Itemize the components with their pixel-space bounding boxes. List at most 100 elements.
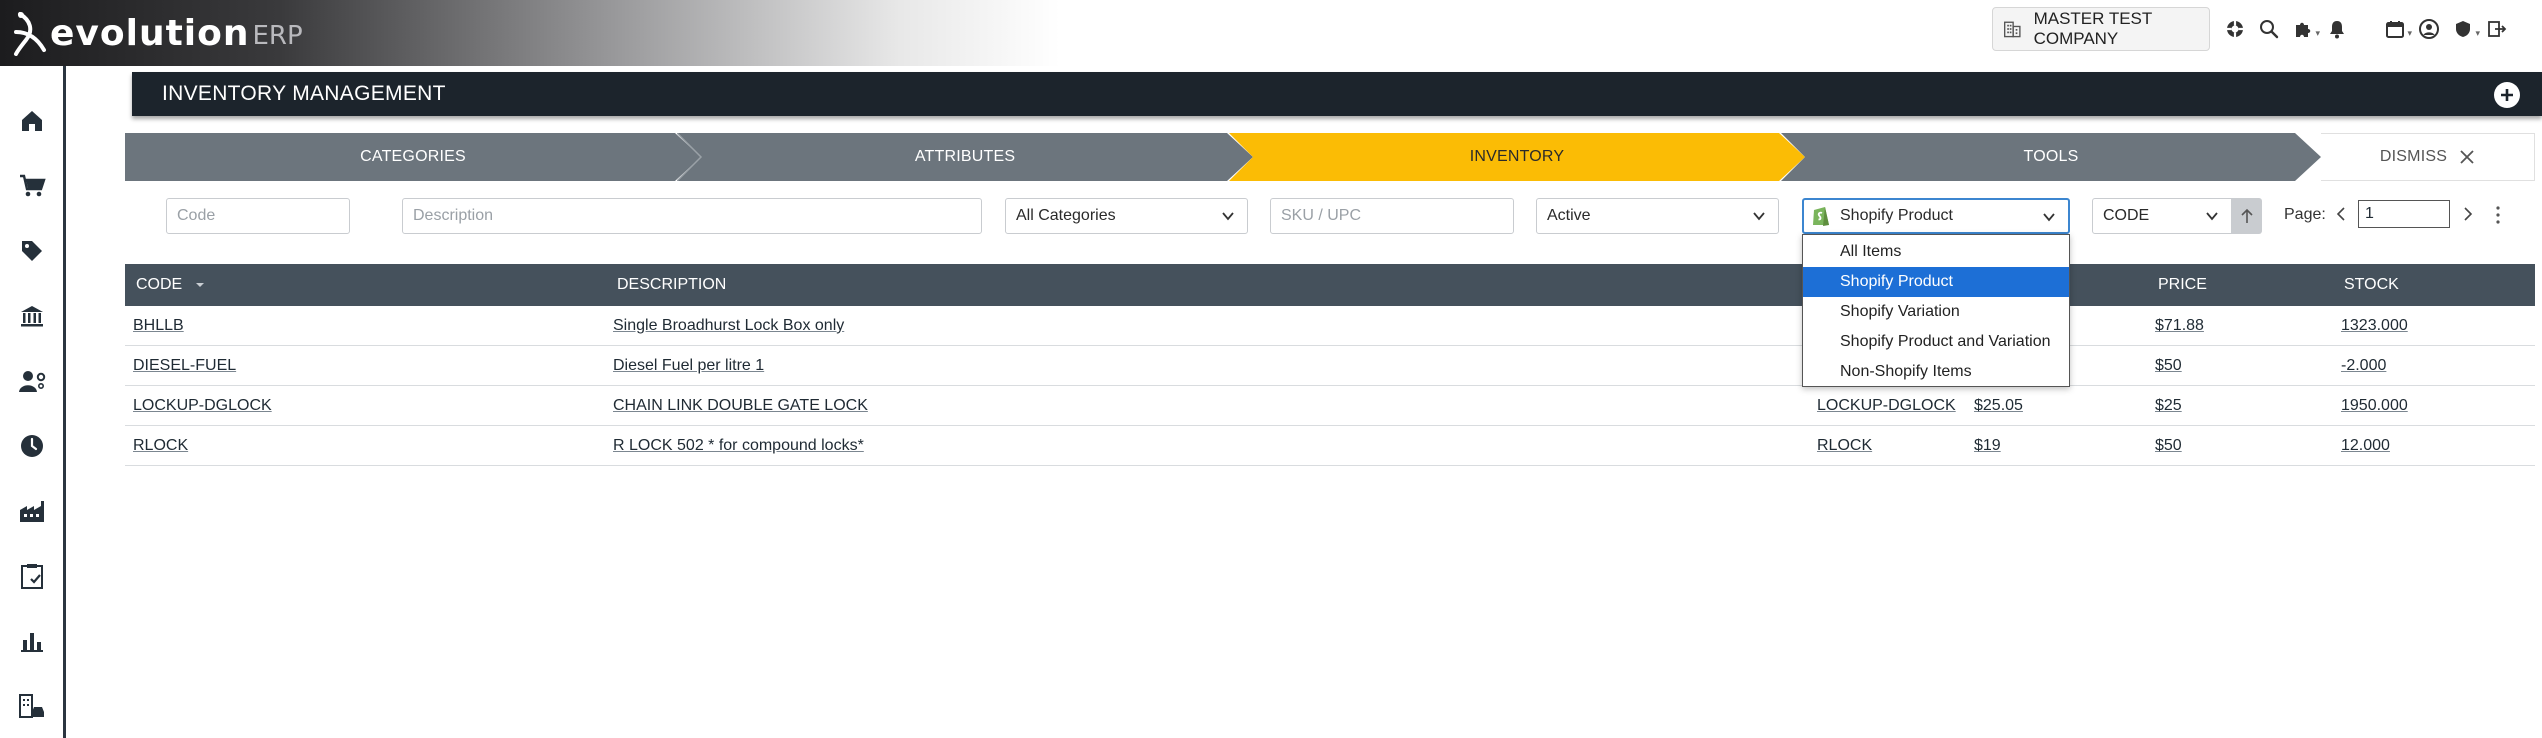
cell-description[interactable]: Single Broadhurst Lock Box only <box>613 317 844 335</box>
lifebuoy-icon <box>2227 21 2243 37</box>
sort-direction-button[interactable] <box>2232 198 2262 234</box>
kebab-menu-icon <box>2496 206 2500 224</box>
cell-price[interactable]: $71.88 <box>2155 317 2204 335</box>
chevron-left-icon <box>2336 207 2345 221</box>
puzzle-icon <box>2296 22 2311 37</box>
cell-price[interactable]: $50 <box>2155 437 2182 455</box>
code-filter-placeholder: Code <box>177 207 216 224</box>
page-number-value: 1 <box>2365 205 2374 222</box>
column-header-code[interactable]: CODE <box>136 276 205 294</box>
chevron-down-icon <box>2206 212 2218 221</box>
user-settings-icon <box>18 371 45 392</box>
cell-stock[interactable]: 12.000 <box>2341 437 2390 455</box>
home-icon <box>21 111 42 131</box>
notifications-button[interactable] <box>2320 14 2354 44</box>
logo-suffix: ERP <box>252 21 303 51</box>
column-header-stock[interactable]: STOCK <box>2344 276 2399 294</box>
previous-page-button[interactable] <box>2333 204 2349 229</box>
column-header-code-label: CODE <box>136 276 183 293</box>
dismiss-button[interactable]: DISMISS <box>2321 133 2535 181</box>
tab-categories[interactable]: CATEGORIES <box>125 133 701 181</box>
cell-code[interactable]: RLOCK <box>133 437 188 455</box>
column-header-description[interactable]: DESCRIPTION <box>617 276 726 294</box>
sku-filter-input[interactable]: SKU / UPC <box>1270 198 1514 234</box>
cell-stock[interactable]: -2.000 <box>2341 357 2386 375</box>
table-row[interactable]: BHLLB Single Broadhurst Lock Box only $7… <box>125 306 2535 346</box>
shopify-filter-dropdown: All Items Shopify Product Shopify Variat… <box>1802 234 2070 387</box>
cell-cost[interactable]: $19 <box>1974 437 2001 455</box>
page-label: Page: <box>2284 206 2326 223</box>
sidebar-item-banking[interactable] <box>0 291 63 341</box>
page-number-input[interactable]: 1 <box>2358 200 2450 228</box>
cell-description[interactable]: Diesel Fuel per litre 1 <box>613 357 764 375</box>
sidebar-item-home[interactable] <box>0 96 63 146</box>
logo-text: evolution <box>50 12 250 54</box>
evolution-logo-icon <box>14 12 46 56</box>
shield-icon <box>2456 21 2470 37</box>
tab-tools[interactable]: TOOLS <box>1781 133 2321 181</box>
table-row[interactable]: DIESEL-FUEL Diesel Fuel per litre 1 $50 … <box>125 346 2535 386</box>
sort-field-select[interactable]: CODE <box>2092 198 2232 234</box>
tab-inventory[interactable]: INVENTORY <box>1229 133 1805 181</box>
dropdown-option-non-shopify-items[interactable]: Non-Shopify Items <box>1803 357 2069 387</box>
tag-icon <box>21 241 42 261</box>
search-button[interactable] <box>2252 14 2286 44</box>
cell-description[interactable]: R LOCK 502 * for compound locks* <box>613 437 864 455</box>
user-profile-button[interactable] <box>2412 14 2446 44</box>
sidebar-item-fleet[interactable] <box>0 681 63 731</box>
cell-description[interactable]: CHAIN LINK DOUBLE GATE LOCK <box>613 397 868 415</box>
sidebar-item-manufacturing[interactable] <box>0 486 63 536</box>
cell-cost[interactable]: $25.05 <box>1974 397 2023 415</box>
sidebar-item-hr[interactable] <box>0 356 63 406</box>
cell-price[interactable]: $25 <box>2155 397 2182 415</box>
table-row[interactable]: RLOCK R LOCK 502 * for compound locks* R… <box>125 426 2535 466</box>
user-circle-icon <box>2419 19 2439 39</box>
more-options-button[interactable] <box>2494 204 2502 231</box>
company-selector[interactable]: MASTER TEST COMPANY <box>1992 7 2210 51</box>
status-select[interactable]: Active <box>1536 198 1779 234</box>
calendar-button[interactable]: ▾ <box>2378 14 2412 44</box>
cell-code[interactable]: LOCKUP-DGLOCK <box>133 397 272 415</box>
building-car-icon <box>18 694 44 718</box>
app-logo[interactable]: evolution ERP <box>12 10 303 56</box>
cell-sku[interactable]: LOCKUP-DGLOCK <box>1817 397 1956 415</box>
factory-icon <box>19 501 44 522</box>
tab-attributes[interactable]: ATTRIBUTES <box>677 133 1253 181</box>
chevron-down-icon <box>1222 212 1234 221</box>
dropdown-option-shopify-variation[interactable]: Shopify Variation <box>1803 297 2069 327</box>
logout-button[interactable] <box>2480 14 2514 44</box>
cell-stock[interactable]: 1323.000 <box>2341 317 2408 335</box>
security-button[interactable]: ▾ <box>2446 14 2480 44</box>
building-icon <box>2004 21 2021 38</box>
table-header: CODE DESCRIPTION PRICE STOCK <box>125 264 2535 306</box>
category-select[interactable]: All Categories <box>1005 198 1248 234</box>
dropdown-option-shopify-product[interactable]: Shopify Product <box>1803 267 2069 297</box>
cell-stock[interactable]: 1950.000 <box>2341 397 2408 415</box>
shopify-filter-select[interactable]: Shopify Product <box>1802 198 2070 234</box>
sidebar-item-time[interactable] <box>0 421 63 471</box>
calendar-icon <box>2386 21 2404 38</box>
table-row[interactable]: LOCKUP-DGLOCK CHAIN LINK DOUBLE GATE LOC… <box>125 386 2535 426</box>
cell-price[interactable]: $50 <box>2155 357 2182 375</box>
column-header-price[interactable]: PRICE <box>2158 276 2207 294</box>
cell-sku[interactable]: RLOCK <box>1817 437 1872 455</box>
status-select-value: Active <box>1547 207 1591 224</box>
sidebar-item-reports[interactable] <box>0 616 63 666</box>
add-item-button[interactable] <box>2494 82 2520 108</box>
description-filter-input[interactable]: Description <box>402 198 982 234</box>
dropdown-option-shopify-product-and-variation[interactable]: Shopify Product and Variation <box>1803 327 2069 357</box>
dropdown-option-all-items[interactable]: All Items <box>1803 237 2069 267</box>
help-button[interactable] <box>2218 14 2252 44</box>
sidebar-item-tasks[interactable] <box>0 551 63 601</box>
next-page-button[interactable] <box>2460 204 2476 229</box>
cell-code[interactable]: BHLLB <box>133 317 184 335</box>
cell-code[interactable]: DIESEL-FUEL <box>133 357 236 375</box>
extensions-button[interactable]: ▾ <box>2286 14 2320 44</box>
code-filter-input[interactable]: Code <box>166 198 350 234</box>
shopify-icon <box>1813 207 1829 226</box>
clipboard-check-icon <box>20 564 43 589</box>
chevron-down-icon <box>2043 213 2055 222</box>
company-name: MASTER TEST COMPANY <box>2033 9 2152 48</box>
category-select-value: All Categories <box>1016 207 1116 224</box>
tab-categories-label: CATEGORIES <box>360 148 466 165</box>
